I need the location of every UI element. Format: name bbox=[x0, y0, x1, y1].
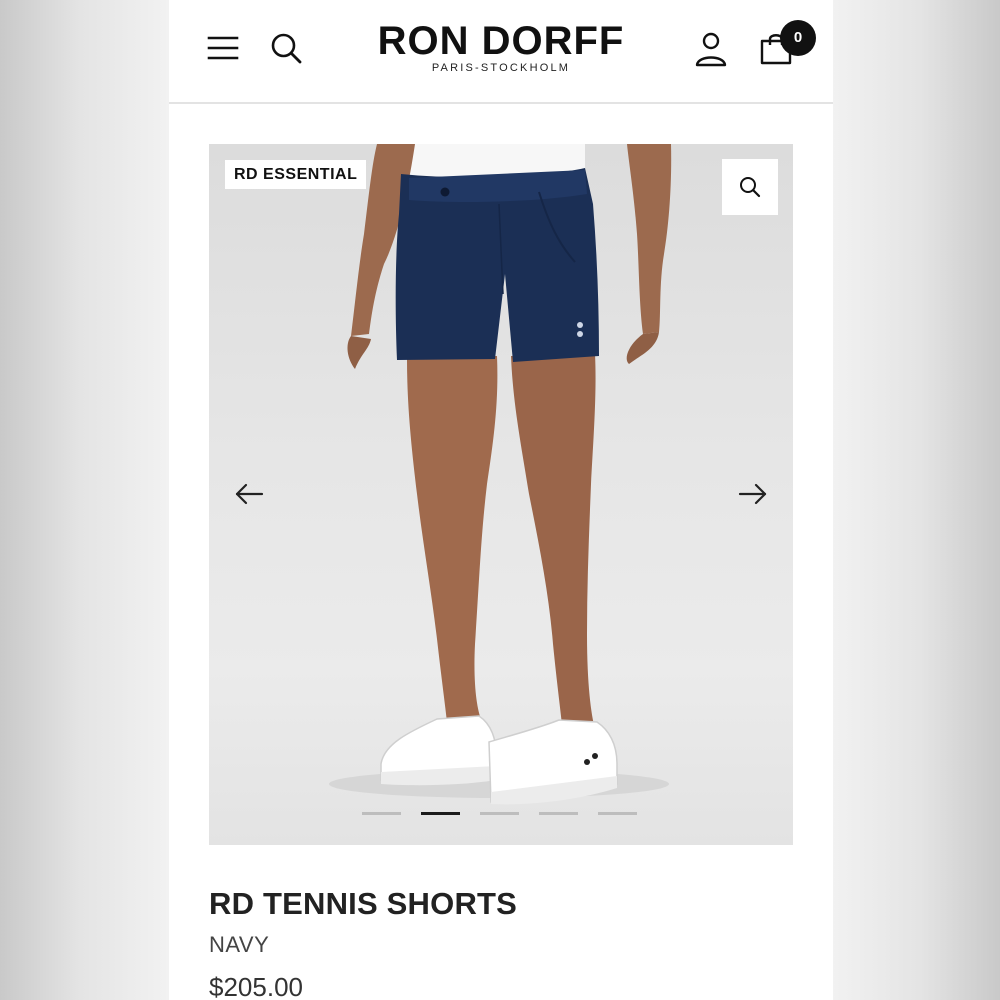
zoom-icon bbox=[740, 177, 761, 198]
collection-badge: RD ESSENTIAL bbox=[225, 160, 367, 189]
product-gallery[interactable]: RD ESSENTIAL bbox=[209, 144, 793, 845]
slide-dot-4[interactable] bbox=[539, 812, 578, 815]
search-icon[interactable] bbox=[270, 32, 302, 64]
product-price: $205.00 bbox=[209, 972, 303, 1000]
product-photo bbox=[329, 144, 672, 805]
menu-icon[interactable] bbox=[207, 33, 239, 63]
product-color: NAVY bbox=[209, 932, 270, 957]
brand-tagline: PARIS-STOCKHOLM bbox=[431, 62, 571, 74]
slide-dot-3[interactable] bbox=[480, 812, 519, 815]
slide-dot-2[interactable] bbox=[421, 812, 460, 815]
brand-name: RON DORFF bbox=[377, 19, 625, 63]
product-title: RD TENNIS SHORTS bbox=[209, 886, 518, 921]
phone-screen: RON DORFF PARIS-STOCKHOLM 0 RD ESSENTIAL… bbox=[169, 0, 833, 1000]
brand-logo[interactable]: RON DORFF PARIS-STOCKHOLM bbox=[369, 20, 633, 75]
site-header: RON DORFF PARIS-STOCKHOLM 0 bbox=[169, 0, 833, 104]
zoom-button[interactable] bbox=[722, 159, 778, 215]
slide-dot-5[interactable] bbox=[598, 812, 637, 815]
arrow-left-icon[interactable] bbox=[234, 481, 264, 507]
slide-dot-1[interactable] bbox=[362, 812, 401, 815]
arrow-right-icon[interactable] bbox=[738, 481, 768, 507]
cart-count-badge[interactable]: 0 bbox=[780, 20, 816, 56]
slide-indicators bbox=[362, 812, 642, 816]
account-icon[interactable] bbox=[694, 31, 728, 67]
